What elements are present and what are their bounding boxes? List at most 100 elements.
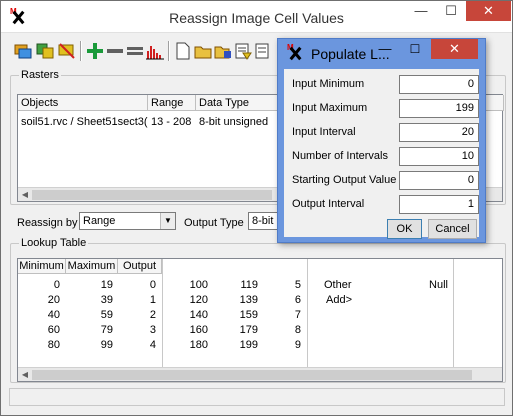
populate-dialog: M Populate L... — ☐ ✕ Input Minimum 0 In… [277, 38, 486, 243]
column-header-maximum[interactable]: Maximum [66, 259, 118, 274]
list-item[interactable]: 19 [66, 278, 113, 293]
remove-row-icon[interactable] [105, 41, 125, 61]
list-item[interactable]: 60 [18, 323, 60, 338]
list-item[interactable]: 140 [162, 308, 208, 323]
add-row-icon[interactable] [85, 41, 105, 61]
lookup-table[interactable]: Minimum Maximum Output 0 20 40 60 80 19 … [17, 258, 503, 382]
raster-object: soil51.rvc / Sheet51sect3( [21, 116, 148, 128]
list-item[interactable]: 159 [208, 308, 258, 323]
list-item[interactable]: 7 [258, 308, 301, 323]
list-item[interactable]: 139 [208, 293, 258, 308]
list-item[interactable]: 1 [118, 293, 156, 308]
scroll-left-icon[interactable]: ◀ [18, 188, 32, 202]
list-item[interactable]: 119 [208, 278, 258, 293]
populate-table-icon[interactable] [233, 41, 253, 61]
reassign-by-label: Reassign by [17, 217, 78, 229]
lookup-table-group: Lookup Table Minimum Maximum Output 0 20… [10, 237, 506, 383]
col1-maximum: 19 39 59 79 99 [66, 278, 113, 353]
list-item[interactable]: 40 [18, 308, 60, 323]
minimize-button[interactable]: — [407, 1, 435, 21]
column-header-minimum[interactable]: Minimum [18, 259, 66, 274]
list-item[interactable]: 20 [18, 293, 60, 308]
chevron-down-icon: ▼ [160, 213, 175, 229]
equals-icon[interactable] [125, 41, 145, 61]
output-type-label: Output Type [184, 217, 244, 229]
other-value[interactable]: Null [408, 278, 448, 293]
close-button[interactable]: ✕ [466, 1, 511, 21]
list-item[interactable]: 79 [66, 323, 113, 338]
cancel-button[interactable]: Cancel [428, 219, 477, 239]
histogram-icon[interactable] [145, 41, 165, 61]
dialog-minimize-button[interactable]: — [371, 39, 399, 59]
title-bar: M Reassign Image Cell Values — ☐ ✕ [1, 1, 512, 33]
raster-range: 13 - 208 [151, 116, 192, 128]
starting-output-value-field[interactable]: 0 [399, 171, 479, 190]
output-interval-label: Output Interval [292, 198, 365, 210]
new-table-icon[interactable] [173, 41, 193, 61]
open-rasters-icon[interactable] [13, 41, 33, 61]
list-item[interactable]: 0 [118, 278, 156, 293]
output-interval-field[interactable]: 1 [399, 195, 479, 214]
scroll-thumb[interactable] [32, 190, 272, 200]
column-header-output[interactable]: Output [118, 259, 162, 274]
list-item[interactable]: 199 [208, 338, 258, 353]
dialog-maximize-button[interactable]: ☐ [401, 39, 429, 59]
list-item[interactable]: 6 [258, 293, 301, 308]
number-of-intervals-label: Number of Intervals [292, 150, 388, 162]
col3-values: Null [408, 278, 448, 293]
column-header-range[interactable]: Range [148, 95, 196, 111]
list-item[interactable]: 99 [66, 338, 113, 353]
starting-output-value-label: Starting Output Value [292, 174, 397, 186]
lookup-horizontal-scrollbar[interactable]: ◀ [18, 367, 502, 381]
list-item[interactable]: 3 [118, 323, 156, 338]
list-item[interactable]: 179 [208, 323, 258, 338]
save-table-icon[interactable] [213, 41, 233, 61]
other-label: Other [324, 279, 352, 291]
input-interval-label: Input Interval [292, 126, 356, 138]
list-item[interactable]: 0 [18, 278, 60, 293]
col2-output: 5 6 7 8 9 [258, 278, 301, 353]
scroll-left-icon[interactable]: ◀ [18, 368, 32, 382]
col3-labels: Other Add> [324, 278, 384, 308]
reassign-by-select[interactable]: Range ▼ [79, 212, 176, 230]
list-item[interactable]: 59 [66, 308, 113, 323]
column-header-objects[interactable]: Objects [18, 95, 148, 111]
ok-button[interactable]: OK [387, 219, 422, 239]
add-raster-icon[interactable] [35, 41, 55, 61]
scroll-thumb[interactable] [32, 370, 472, 380]
window-title: Reassign Image Cell Values [169, 10, 344, 26]
input-maximum-label: Input Maximum [292, 102, 368, 114]
open-table-icon[interactable] [193, 41, 213, 61]
col1-minimum: 0 20 40 60 80 [18, 278, 60, 353]
app-icon: M [287, 44, 305, 62]
number-of-intervals-field[interactable]: 10 [399, 147, 479, 166]
dialog-close-button[interactable]: ✕ [431, 39, 478, 59]
list-item[interactable]: 5 [258, 278, 301, 293]
status-bar [9, 388, 505, 406]
clear-table-icon[interactable] [253, 41, 273, 61]
col1-output: 0 1 2 3 4 [118, 278, 156, 353]
list-item[interactable]: 160 [162, 323, 208, 338]
list-item[interactable]: 4 [118, 338, 156, 353]
col2-maximum: 119 139 159 179 199 [208, 278, 258, 353]
list-item[interactable]: 100 [162, 278, 208, 293]
add-row-link[interactable]: Add> [324, 293, 384, 308]
rasters-group-label: Rasters [19, 69, 61, 81]
list-item[interactable]: 39 [66, 293, 113, 308]
list-item[interactable]: 180 [162, 338, 208, 353]
input-minimum-field[interactable]: 0 [399, 75, 479, 94]
remove-raster-icon[interactable] [57, 41, 77, 61]
list-item[interactable]: 2 [118, 308, 156, 323]
input-interval-field[interactable]: 20 [399, 123, 479, 142]
dialog-body: Input Minimum 0 Input Maximum 199 Input … [284, 69, 479, 239]
lookup-table-group-label: Lookup Table [19, 237, 89, 249]
list-item[interactable]: 120 [162, 293, 208, 308]
maximize-button[interactable]: ☐ [437, 1, 465, 21]
input-maximum-field[interactable]: 199 [399, 99, 479, 118]
dialog-title-bar: M Populate L... — ☐ ✕ [278, 39, 485, 67]
list-item[interactable]: 80 [18, 338, 60, 353]
col2-minimum: 100 120 140 160 180 [162, 278, 208, 353]
list-item[interactable]: 9 [258, 338, 301, 353]
input-minimum-label: Input Minimum [292, 78, 365, 90]
list-item[interactable]: 8 [258, 323, 301, 338]
